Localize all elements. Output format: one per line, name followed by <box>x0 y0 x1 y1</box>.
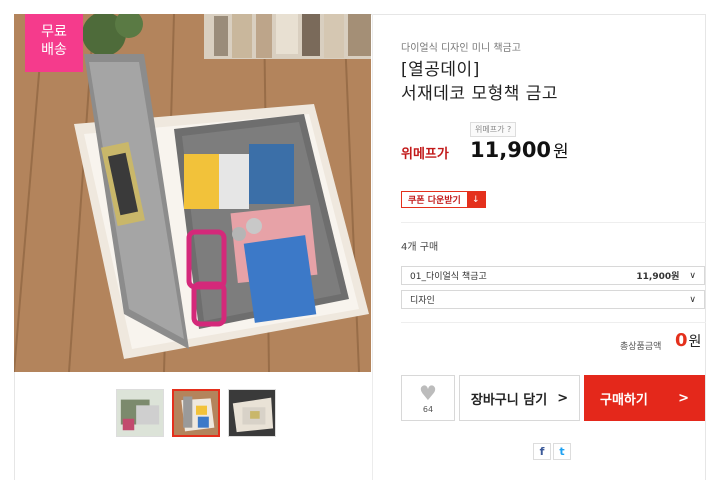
option-select-model[interactable]: 01_다이얼식 책금고 11,900원 ∨ <box>401 266 705 285</box>
like-button[interactable]: ♥ 64 <box>401 375 455 421</box>
heart-icon: ♥ <box>419 381 437 405</box>
option-label: 디자인 <box>410 296 435 306</box>
like-count: 64 <box>422 405 434 414</box>
product-title-line1: [열공데이] <box>401 60 480 80</box>
divider <box>401 322 706 323</box>
column-divider <box>372 14 373 480</box>
total-amount: 0원 <box>675 330 701 351</box>
cart-label: 장바구니 담기 <box>470 392 548 408</box>
product-price: 11,900 원 <box>470 137 569 162</box>
thumbnail-2[interactable] <box>172 389 220 437</box>
option-price: 11,900원 <box>636 272 680 282</box>
thumbnail-3[interactable] <box>228 389 276 437</box>
total-value: 0 <box>675 330 688 351</box>
option-select-design[interactable]: 디자인 ∨ <box>401 290 705 309</box>
thumbnail-1[interactable] <box>116 389 164 437</box>
free-shipping-badge: 무료 배송 <box>25 14 83 72</box>
chevron-right-icon: > <box>678 390 689 406</box>
free-shipping-line2: 배송 <box>41 42 67 58</box>
wemep-price-help[interactable]: 위메프가 ? <box>470 122 517 137</box>
chevron-right-icon: > <box>557 390 569 406</box>
purchase-count: 4개 구매 <box>401 242 439 253</box>
free-shipping-line1: 무료 <box>41 24 67 40</box>
product-category[interactable]: 다이얼식 디자인 미니 책금고 <box>401 39 521 54</box>
product-title-line2: 서재데코 모형책 금고 <box>401 84 559 104</box>
buy-label: 구매하기 <box>600 392 648 408</box>
price-label: 위메프가 <box>401 147 449 162</box>
share-buttons: f t <box>533 443 571 460</box>
coupon-download-button[interactable]: 쿠폰 다운받기 ↓ <box>401 191 486 208</box>
thumbnail-3-image <box>229 390 275 436</box>
thumbnail-strip <box>116 389 276 437</box>
download-arrow-icon: ↓ <box>466 192 485 207</box>
add-to-cart-button[interactable]: 장바구니 담기 > <box>459 375 580 421</box>
divider <box>401 222 706 223</box>
total-currency: 원 <box>688 334 702 350</box>
coupon-label: 쿠폰 다운받기 <box>408 196 461 206</box>
chevron-down-icon: ∨ <box>689 270 696 281</box>
option-label: 01_다이얼식 책금고 <box>410 272 487 282</box>
facebook-icon[interactable]: f <box>533 443 551 460</box>
twitter-icon[interactable]: t <box>553 443 571 460</box>
thumbnail-2-image <box>174 391 218 435</box>
total-label: 총상품금액 <box>620 342 662 352</box>
price-value: 11,900 <box>470 138 552 162</box>
buy-now-button[interactable]: 구매하기 > <box>584 375 705 421</box>
product-title: [열공데이] 서재데코 모형책 금고 <box>401 58 558 106</box>
thumbnail-1-image <box>117 390 163 436</box>
price-currency: 원 <box>553 142 569 162</box>
chevron-down-icon: ∨ <box>689 294 696 305</box>
